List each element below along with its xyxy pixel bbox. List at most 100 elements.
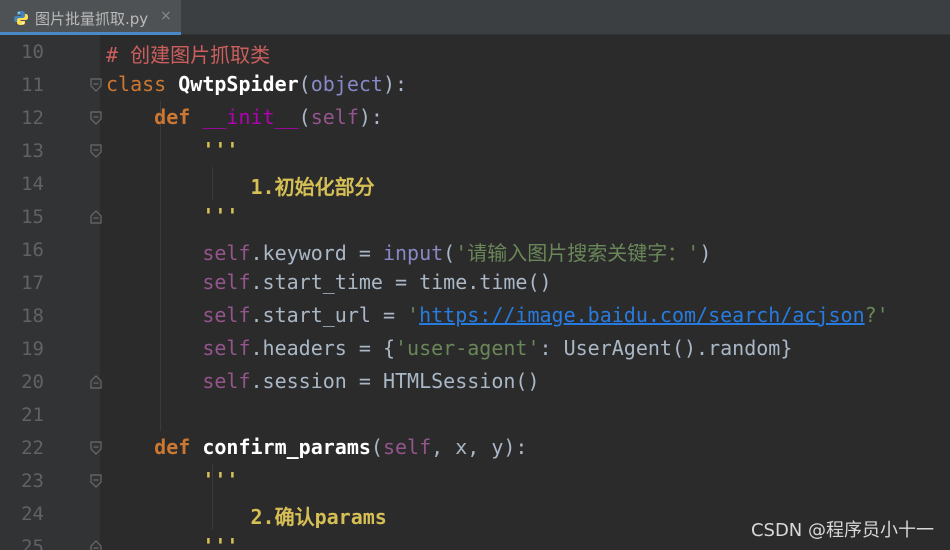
line-number: 20 bbox=[21, 371, 44, 393]
code-line[interactable]: 21 bbox=[0, 398, 950, 431]
code-token: ( bbox=[298, 72, 311, 96]
code-line[interactable]: 22 def confirm_params(self, x, y): bbox=[0, 431, 950, 464]
code-text: # 创建图片抓取类 bbox=[106, 39, 270, 68]
line-number: 18 bbox=[21, 305, 44, 327]
code-line[interactable]: 12 def __init__(self): bbox=[0, 101, 950, 134]
code-token: .session = HTMLSession() bbox=[250, 369, 540, 393]
code-token: .keyword = bbox=[250, 241, 383, 265]
code-token: ( bbox=[370, 435, 383, 459]
line-number: 19 bbox=[21, 338, 44, 360]
close-tab-icon[interactable]: × bbox=[160, 8, 172, 24]
code-token: class bbox=[106, 72, 179, 96]
code-text: ''' bbox=[106, 468, 238, 492]
code-line[interactable]: 17 self.start_time = time.time() bbox=[0, 266, 950, 299]
code-token: ): bbox=[358, 105, 383, 129]
code-text: self.headers = {'user-agent': UserAgent(… bbox=[106, 336, 792, 360]
fold-collapse-icon[interactable] bbox=[88, 143, 104, 159]
code-token: confirm_params bbox=[202, 435, 371, 459]
code-line[interactable]: 16 self.keyword = input('请输入图片搜索关键字：') bbox=[0, 233, 950, 266]
code-token: input bbox=[382, 241, 444, 265]
code-token: QwtpSpider bbox=[178, 72, 299, 96]
code-token: self bbox=[202, 336, 251, 360]
line-number: 12 bbox=[21, 107, 44, 129]
line-number: 25 bbox=[21, 536, 44, 550]
code-text: self.session = HTMLSession() bbox=[106, 369, 539, 393]
csdn-watermark: CSDN @程序员小十一 bbox=[750, 520, 934, 541]
code-text: def confirm_params(self, x, y): bbox=[106, 435, 527, 459]
code-token: self bbox=[202, 241, 251, 265]
line-number: 13 bbox=[21, 140, 44, 162]
code-token: '请输入图片搜索关键字：' bbox=[455, 241, 700, 265]
code-token: self bbox=[202, 369, 251, 393]
code-token: ''' bbox=[106, 534, 239, 550]
code-token: ' bbox=[407, 303, 420, 327]
code-text: ''' bbox=[106, 534, 238, 550]
code-token: 2.确认params bbox=[106, 505, 387, 529]
code-text: self.start_time = time.time() bbox=[106, 270, 552, 294]
code-token: __init__ bbox=[202, 105, 299, 129]
code-line[interactable]: 10 # 创建图片抓取类 bbox=[0, 35, 950, 68]
code-token: self bbox=[310, 105, 359, 129]
code-text: class QwtpSpider(object): bbox=[106, 72, 407, 96]
code-line[interactable]: 23 ''' bbox=[0, 464, 950, 497]
line-number: 10 bbox=[21, 41, 44, 63]
code-token: ?' bbox=[864, 303, 889, 327]
line-number: 23 bbox=[21, 470, 44, 492]
code-token: # 创建图片抓取类 bbox=[106, 43, 271, 67]
fold-collapse-icon[interactable] bbox=[88, 110, 104, 126]
code-token: ( bbox=[443, 241, 456, 265]
line-number: 15 bbox=[21, 206, 44, 228]
code-token: ''' bbox=[106, 138, 239, 162]
code-text: ''' bbox=[106, 204, 238, 228]
code-editor[interactable]: 10 # 创建图片抓取类 11 class QwtpSpider(object): 12… bbox=[0, 35, 950, 550]
code-token: ) bbox=[699, 241, 712, 265]
code-token: def bbox=[106, 105, 203, 129]
code-token: 'user-agent' bbox=[395, 336, 540, 360]
code-token[interactable]: https://image.baidu.com/search/acjson bbox=[419, 303, 865, 327]
fold-collapse-icon[interactable] bbox=[88, 440, 104, 456]
line-number: 17 bbox=[21, 272, 44, 294]
code-line[interactable]: 11 class QwtpSpider(object): bbox=[0, 68, 950, 101]
line-number: 21 bbox=[21, 404, 44, 426]
code-token: self bbox=[202, 270, 251, 294]
code-token: self bbox=[382, 435, 432, 459]
code-text: def __init__(self): bbox=[106, 105, 383, 129]
line-number: 11 bbox=[21, 74, 44, 96]
code-token: .start_url = bbox=[250, 303, 408, 327]
code-line[interactable]: 20 self.session = HTMLSession() bbox=[0, 365, 950, 398]
code-text: 1.初始化部分 bbox=[106, 171, 375, 200]
editor-tab-bar: 图片批量抓取.py × bbox=[0, 0, 950, 35]
python-file-icon bbox=[14, 11, 28, 25]
code-line[interactable]: 13 ''' bbox=[0, 134, 950, 167]
code-line[interactable]: 18 self.start_url = 'https://image.baidu… bbox=[0, 299, 950, 332]
code-token: 1.初始化部分 bbox=[106, 175, 375, 199]
code-token: ( bbox=[298, 105, 311, 129]
code-token: def bbox=[106, 435, 203, 459]
code-token: , x, y): bbox=[431, 435, 528, 459]
code-token: .headers = { bbox=[250, 336, 396, 360]
code-line[interactable]: 15 ''' bbox=[0, 200, 950, 233]
tab-filename: 图片批量抓取.py bbox=[35, 10, 149, 28]
fold-end-icon[interactable] bbox=[88, 374, 104, 390]
fold-end-icon[interactable] bbox=[88, 209, 104, 225]
code-line[interactable]: 14 1.初始化部分 bbox=[0, 167, 950, 200]
code-text: ''' bbox=[106, 138, 238, 162]
code-token: : UserAgent().random} bbox=[539, 336, 793, 360]
code-token: ''' bbox=[106, 468, 239, 492]
fold-collapse-icon[interactable] bbox=[88, 77, 104, 93]
file-tab[interactable]: 图片批量抓取.py × bbox=[0, 0, 181, 35]
fold-collapse-icon[interactable] bbox=[88, 473, 104, 489]
line-number: 24 bbox=[21, 503, 44, 525]
code-token: .start_time = time.time() bbox=[250, 270, 552, 294]
code-token: self bbox=[202, 303, 251, 327]
code-text: self.start_url = 'https://image.baidu.co… bbox=[106, 303, 889, 327]
code-token: ): bbox=[382, 72, 408, 96]
fold-end-icon[interactable] bbox=[88, 539, 104, 550]
code-text: 2.确认params bbox=[106, 501, 387, 530]
code-line[interactable]: 19 self.headers = {'user-agent': UserAge… bbox=[0, 332, 950, 365]
